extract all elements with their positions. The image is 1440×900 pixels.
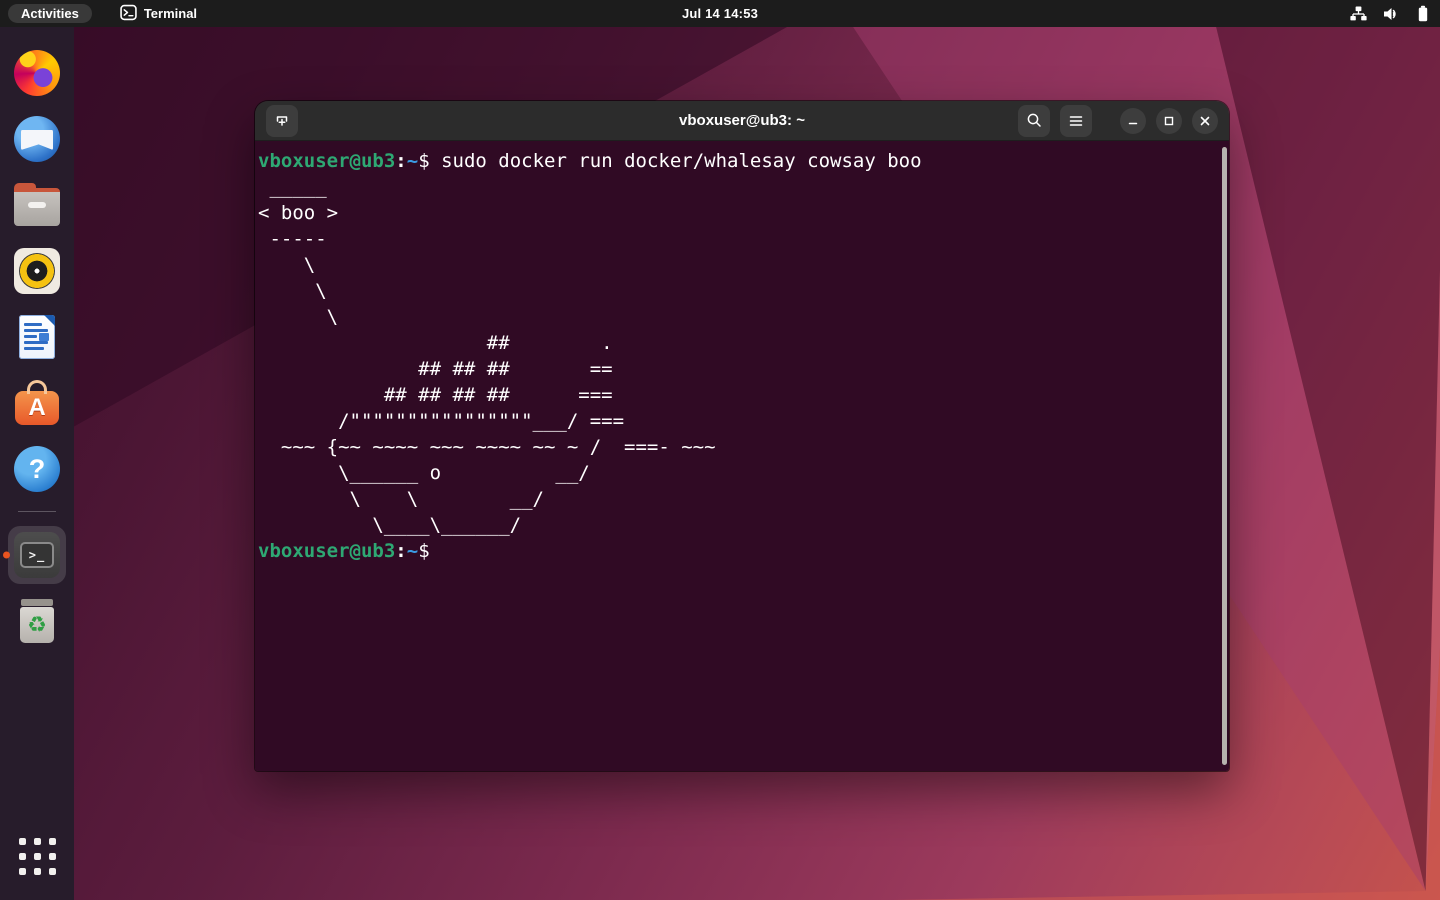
window-title: vboxuser@ub3: ~ [679, 112, 805, 129]
recycle-glyph: ♻ [27, 614, 47, 636]
new-tab-button[interactable] [266, 105, 298, 137]
battery-icon [1416, 5, 1430, 22]
help-question-mark: ? [29, 454, 46, 485]
firefox-icon [14, 50, 60, 96]
focused-app-label: Terminal [144, 6, 197, 21]
close-button[interactable] [1192, 108, 1218, 134]
close-icon [1198, 114, 1212, 128]
desktop: Activities Terminal Jul 14 14:53 [0, 0, 1440, 900]
dock-item-thunderbird[interactable] [13, 115, 61, 163]
terminal-screen[interactable]: vboxuser@ub3:~$ sudo docker run docker/w… [255, 141, 1229, 771]
ubuntu-software-icon: A [15, 391, 59, 425]
rhythmbox-icon [14, 248, 60, 294]
prompt-user: vboxuser@ub3 [258, 540, 395, 562]
dock-item-terminal-active[interactable]: >_ [8, 526, 66, 584]
command-text: sudo docker run docker/whalesay cowsay b… [441, 150, 921, 172]
terminal-icon: >_ [14, 532, 60, 578]
whalesay-output: _____ < boo > ----- \ \ \ ## . ## ## ## … [258, 174, 922, 538]
help-icon: ? [14, 446, 60, 492]
dock: A ? >_ ♻ [0, 27, 74, 900]
top-bar: Activities Terminal Jul 14 14:53 [0, 0, 1440, 27]
search-button[interactable] [1018, 105, 1050, 137]
hamburger-icon [1068, 113, 1084, 129]
dock-item-firefox[interactable] [13, 49, 61, 97]
menu-button[interactable] [1060, 105, 1092, 137]
maximize-icon [1162, 114, 1176, 128]
dock-item-libreoffice-writer[interactable] [13, 313, 61, 361]
terminal-prompt-glyph: >_ [29, 548, 45, 562]
minimize-icon [1126, 114, 1140, 128]
libreoffice-writer-icon [19, 315, 55, 359]
network-icon [1350, 6, 1367, 21]
software-letter: A [28, 396, 45, 420]
running-indicator-dot [3, 552, 10, 559]
show-applications-button[interactable] [13, 832, 61, 880]
dock-item-help[interactable]: ? [13, 445, 61, 493]
prompt-user: vboxuser@ub3 [258, 150, 395, 172]
thunderbird-icon [14, 116, 60, 162]
system-status-area[interactable] [1350, 0, 1430, 27]
dock-separator [18, 511, 56, 512]
maximize-button[interactable] [1156, 108, 1182, 134]
activities-button[interactable]: Activities [8, 4, 92, 23]
dock-item-ubuntu-software[interactable]: A [13, 379, 61, 427]
new-prompt-line: vboxuser@ub3:~$ [258, 538, 922, 564]
dock-item-trash[interactable]: ♻ [13, 598, 61, 646]
prompt-path: ~ [407, 150, 418, 172]
show-applications-icon [19, 838, 56, 875]
files-icon [14, 188, 60, 226]
trash-icon: ♻ [17, 599, 57, 645]
dock-item-rhythmbox[interactable] [13, 247, 61, 295]
terminal-small-icon [120, 4, 137, 24]
volume-icon [1383, 6, 1400, 22]
prompt-path: ~ [407, 540, 418, 562]
dock-item-files[interactable] [13, 181, 61, 229]
focused-app-menu[interactable]: Terminal [120, 4, 197, 24]
window-headerbar[interactable]: vboxuser@ub3: ~ [255, 101, 1229, 141]
terminal-text: vboxuser@ub3:~$ sudo docker run docker/w… [258, 148, 922, 564]
command-line: vboxuser@ub3:~$ sudo docker run docker/w… [258, 148, 922, 174]
terminal-scrollbar[interactable] [1222, 147, 1227, 765]
minimize-button[interactable] [1120, 108, 1146, 134]
clock[interactable]: Jul 14 14:53 [682, 0, 758, 27]
terminal-window: vboxuser@ub3: ~ [255, 101, 1229, 771]
